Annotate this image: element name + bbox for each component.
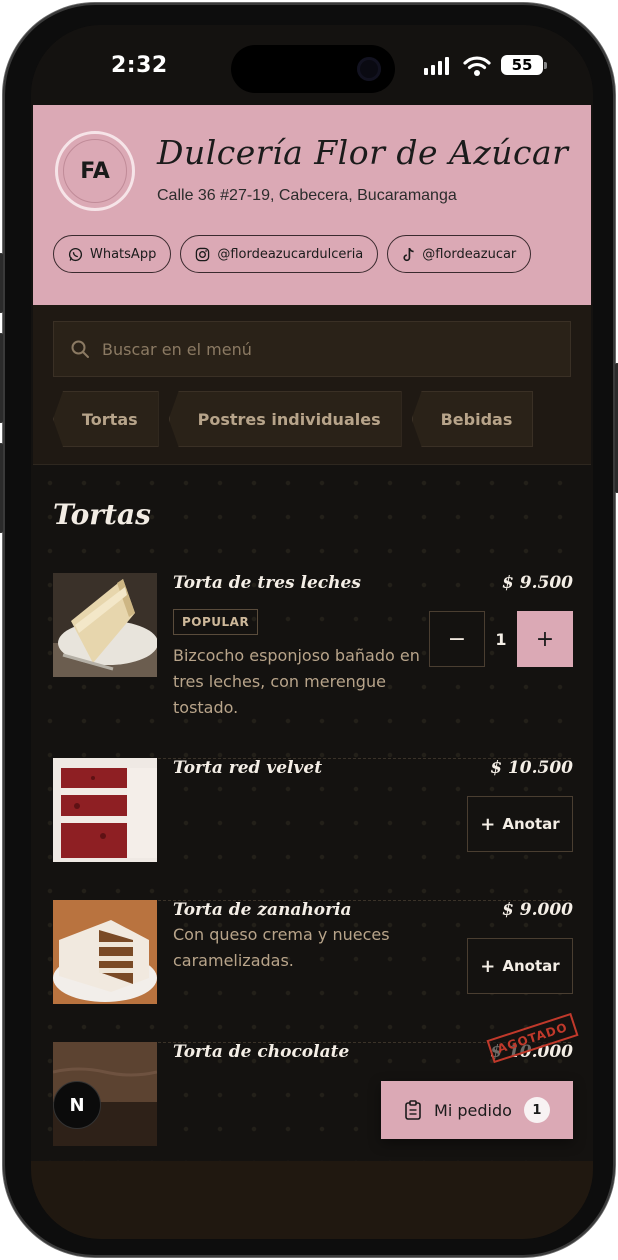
whatsapp-button[interactable]: WhatsApp xyxy=(53,235,172,273)
status-bar: 2:32 55 xyxy=(31,25,593,105)
instagram-icon xyxy=(196,247,210,261)
social-links: WhatsApp @flordeazucardulceria @flordeaz… xyxy=(53,235,532,273)
tiktok-label: @flordeazucar xyxy=(422,246,517,262)
item-name: Torta de tres leches xyxy=(173,573,361,593)
shop-header: FA Dulcería Flor de Azúcar Calle 36 #27-… xyxy=(33,105,591,305)
plus-icon: + xyxy=(480,955,496,977)
status-time: 2:32 xyxy=(111,53,168,78)
carrot-cake-image[interactable] xyxy=(53,900,157,1004)
screen: 2:32 55 FA Dulcería Flor de Azúcar Calle… xyxy=(31,25,593,1239)
list-item: Torta de zanahoria $ 9.000 Con queso cre… xyxy=(53,900,573,1020)
shop-avatar: FA xyxy=(55,131,135,211)
red-velvet-cake-image[interactable] xyxy=(53,758,157,862)
menu-controls: Buscar en el menú Tortas Postres individ… xyxy=(33,305,591,465)
plus-icon: + xyxy=(480,813,496,835)
tiktok-button[interactable]: @flordeazucar xyxy=(387,235,532,273)
item-price: $ 9.500 xyxy=(502,573,573,593)
item-name: Torta de chocolate xyxy=(173,1042,350,1062)
volume-up-button xyxy=(0,333,3,423)
instagram-button[interactable]: @flordeazucardulceria xyxy=(180,235,379,273)
volume-down-button xyxy=(0,443,3,533)
battery-icon: 55 xyxy=(501,55,547,75)
tiktok-icon xyxy=(403,247,415,261)
tab-postres-individuales[interactable]: Postres individuales xyxy=(168,391,402,447)
whatsapp-label: WhatsApp xyxy=(90,246,157,262)
phone-frame: 2:32 55 FA Dulcería Flor de Azúcar Calle… xyxy=(0,3,618,1257)
item-name: Torta de zanahoria xyxy=(173,900,352,920)
instagram-label: @flordeazucardulceria xyxy=(217,246,364,262)
tab-bebidas[interactable]: Bebidas xyxy=(411,391,534,447)
clipboard-icon xyxy=(405,1100,421,1120)
battery-level: 55 xyxy=(511,56,533,74)
dev-indicator-button[interactable]: N xyxy=(53,1081,101,1129)
avatar-ring xyxy=(63,139,127,203)
add-to-order-button[interactable]: + Anotar xyxy=(467,796,573,852)
increase-quantity-button[interactable]: + xyxy=(517,611,573,667)
tab-tortas[interactable]: Tortas xyxy=(53,391,159,447)
search-input[interactable]: Buscar en el menú xyxy=(53,321,571,377)
search-icon xyxy=(71,340,89,358)
action-button xyxy=(0,253,3,313)
list-item: Torta de tres leches $ 9.500 POPULAR Biz… xyxy=(53,573,573,723)
item-price: $ 10.500 xyxy=(490,758,573,778)
item-description: Con queso crema y nueces caramelizadas. xyxy=(173,925,390,970)
add-to-order-button[interactable]: + Anotar xyxy=(467,938,573,994)
category-tabs: Tortas Postres individuales Bebidas xyxy=(53,391,534,447)
order-count-badge: 1 xyxy=(523,1097,550,1123)
menu-list: Tortas Torta de tres leches $ 9.500 POPU… xyxy=(33,466,591,1161)
my-order-label: Mi pedido xyxy=(434,1100,512,1120)
whatsapp-icon xyxy=(68,247,83,261)
my-order-button[interactable]: Mi pedido 1 xyxy=(381,1081,573,1139)
shop-name: Dulcería Flor de Azúcar xyxy=(157,133,569,172)
quantity-value: 1 xyxy=(495,629,507,649)
dynamic-island xyxy=(231,45,395,93)
list-item: Torta red velvet $ 10.500 + Anotar xyxy=(53,758,573,868)
search-placeholder: Buscar en el menú xyxy=(102,339,252,359)
shop-address: Calle 36 #27-19, Cabecera, Bucaramanga xyxy=(157,187,457,204)
item-price: $ 9.000 xyxy=(502,900,573,920)
add-to-order-label: Anotar xyxy=(502,815,560,833)
item-name: Torta red velvet xyxy=(173,758,323,778)
item-description: Bizcocho esponjoso bañado en tres leches… xyxy=(173,646,420,717)
section-title: Tortas xyxy=(53,498,151,531)
add-to-order-label: Anotar xyxy=(502,957,560,975)
cellular-signal-icon xyxy=(424,57,449,75)
quantity-stepper: − 1 + xyxy=(429,611,573,667)
wifi-icon xyxy=(463,56,491,76)
bottom-bar xyxy=(31,1161,593,1239)
camera-icon xyxy=(357,57,381,81)
decrease-quantity-button[interactable]: − xyxy=(429,611,485,667)
tres-leches-cake-image[interactable] xyxy=(53,573,157,677)
popular-badge: POPULAR xyxy=(173,609,259,635)
